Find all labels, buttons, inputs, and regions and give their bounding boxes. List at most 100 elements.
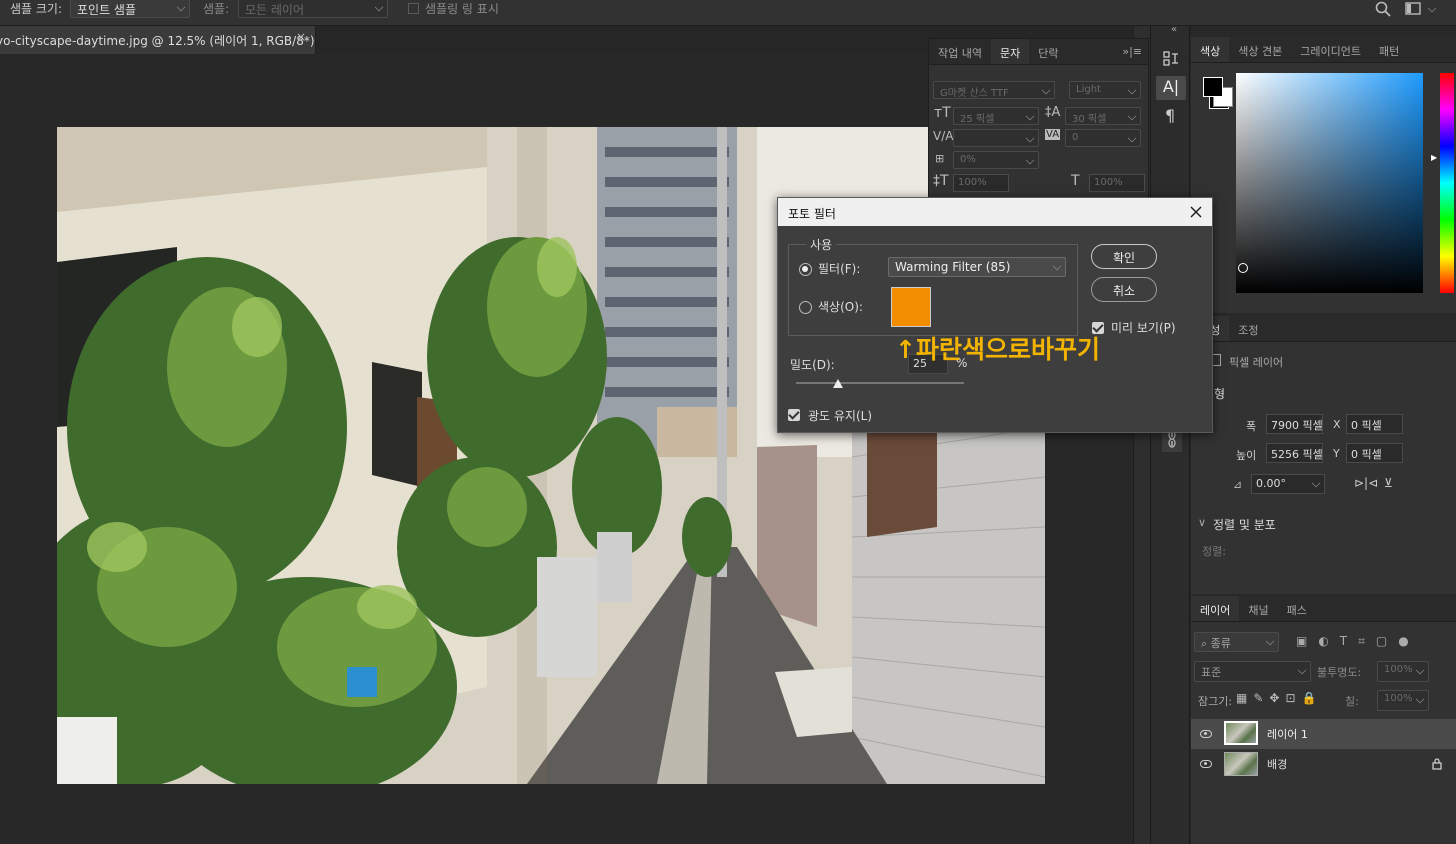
density-label: 밀도(D):: [790, 358, 835, 372]
preview-label: 미리 보기(P): [1111, 321, 1176, 335]
color-swatch[interactable]: [891, 287, 931, 327]
sample-value: 모든 레이어: [245, 3, 305, 17]
leading-icon: ‡A: [1045, 105, 1061, 120]
tracking-select[interactable]: 0: [1065, 129, 1141, 147]
font-size-select[interactable]: 25 픽셀: [953, 107, 1039, 125]
angle-field[interactable]: 0.00°: [1251, 474, 1325, 494]
leading-select[interactable]: 30 픽셀: [1065, 107, 1141, 125]
tab-swatches[interactable]: 색상 견본: [1229, 37, 1291, 62]
visibility-eye-icon[interactable]: [1200, 730, 1212, 738]
opacity-field[interactable]: 100%: [1377, 661, 1429, 682]
vertical-scale-field[interactable]: 100%: [953, 174, 1009, 192]
sample-size-value: 포인트 샘플: [77, 3, 137, 17]
panel-menu-icon[interactable]: »|≡: [1116, 39, 1148, 64]
layers-panel-tabs: 레이어 채널 패스: [1191, 596, 1456, 622]
align-section-title[interactable]: 정렬 및 분포: [1213, 516, 1276, 533]
chevron-down-icon: [1297, 665, 1307, 675]
panel-icon-strip: « A| ¶: [1150, 24, 1190, 844]
blend-mode-select[interactable]: 표준: [1194, 661, 1311, 682]
horizontal-scale-field[interactable]: 100%: [1089, 174, 1145, 192]
workspace-icon[interactable]: [1405, 2, 1421, 15]
hue-slider-arrow-icon[interactable]: ▶: [1431, 153, 1437, 162]
preserve-luminosity-checkbox[interactable]: [788, 409, 800, 421]
chevron-down-icon: [1311, 478, 1321, 488]
tab-layers[interactable]: 레이어: [1191, 596, 1240, 621]
dialog-titlebar[interactable]: 포토 필터: [778, 198, 1212, 226]
filter-select[interactable]: Warming Filter (85): [888, 257, 1066, 277]
tab-adjustments[interactable]: 조정: [1229, 316, 1267, 341]
tab-paragraph[interactable]: 단락: [1029, 39, 1067, 64]
close-tab-icon[interactable]: ×: [296, 30, 306, 44]
flip-vertical-icon[interactable]: ⊻: [1384, 476, 1393, 490]
width-label: 폭: [1246, 420, 1257, 433]
document-tab[interactable]: yo-cityscape-daytime.jpg @ 12.5% (레이어 1,…: [0, 26, 316, 54]
x-field[interactable]: 0 픽셀: [1346, 414, 1403, 434]
sample-select[interactable]: 모든 레이어: [238, 0, 388, 18]
color-label: 색상(O):: [818, 300, 863, 314]
photoshop-window: 샘플 크기: 포인트 샘플 샘플: 모든 레이어 샘플링 링 표시 yo-cit…: [0, 0, 1456, 844]
kerning-select[interactable]: [953, 129, 1039, 147]
tab-color[interactable]: 색상: [1191, 37, 1230, 62]
layer-filter-select[interactable]: ⌕ 종류: [1194, 632, 1279, 652]
show-ring-checkbox[interactable]: [408, 3, 419, 14]
layer-row[interactable]: 레이어 1: [1191, 719, 1456, 749]
history-icon[interactable]: [1162, 50, 1180, 68]
tab-channels[interactable]: 채널: [1239, 596, 1277, 621]
tab-history[interactable]: 작업 내역: [929, 39, 991, 64]
tab-character[interactable]: 문자: [990, 39, 1030, 64]
chevron-down-icon: [1041, 85, 1051, 95]
collapse-panels-icon[interactable]: «: [1171, 24, 1177, 35]
annotation-text: ↑파란색으로바꾸기: [895, 335, 1100, 364]
chevron-down-icon: [1127, 111, 1137, 121]
layer-row[interactable]: 배경: [1191, 749, 1456, 779]
layer-name[interactable]: 레이어 1: [1267, 726, 1308, 742]
vertical-scale-icon: ‡T: [933, 173, 949, 189]
lock-label: 잠그기:: [1198, 695, 1233, 708]
tab-gradients[interactable]: 그레이디언트: [1291, 37, 1370, 62]
filter-label: 필터(F):: [818, 262, 861, 276]
y-field[interactable]: 0 픽셀: [1346, 443, 1403, 463]
fill-field[interactable]: 100%: [1377, 690, 1429, 711]
chevron-down-icon: [1025, 133, 1035, 143]
filter-radio[interactable]: [799, 263, 812, 276]
sample-size-select[interactable]: 포인트 샘플: [70, 0, 190, 18]
visibility-eye-icon[interactable]: [1200, 760, 1212, 768]
tab-patterns[interactable]: 패턴: [1370, 37, 1408, 62]
height-label: 높이: [1236, 449, 1257, 462]
flip-horizontal-icon[interactable]: ⊳|⊲: [1354, 476, 1378, 490]
cancel-button[interactable]: 취소: [1091, 277, 1157, 302]
hue-slider[interactable]: [1440, 73, 1454, 293]
chevron-down-icon: [374, 2, 384, 12]
color-panel-tabs: 색상 색상 견본 그레이디언트 패턴: [1191, 37, 1456, 63]
tab-paths[interactable]: 패스: [1278, 596, 1316, 621]
character-panel-tabs: 작업 내역 문자 단락 »|≡: [929, 39, 1148, 65]
foreground-color-chip[interactable]: [1203, 77, 1223, 97]
density-slider-track[interactable]: [796, 382, 964, 384]
properties-panel-tabs: 속성 조정: [1191, 316, 1456, 342]
font-family-select[interactable]: G마켓 산스 TTF: [933, 81, 1055, 99]
width-field[interactable]: 7900 픽셀: [1266, 414, 1323, 434]
font-style-select[interactable]: Light: [1069, 81, 1141, 99]
close-icon[interactable]: [1190, 206, 1202, 218]
ok-button[interactable]: 확인: [1091, 244, 1157, 269]
tsume-select[interactable]: 0%: [953, 151, 1039, 169]
paragraph-icon[interactable]: ¶: [1165, 106, 1175, 125]
layer-filter-icons[interactable]: ▣◐T⌗▢●: [1296, 634, 1420, 649]
color-picker-marker[interactable]: [1238, 263, 1248, 273]
chevron-down-icon: [1025, 155, 1035, 165]
leading-value: 30 픽셀: [1072, 114, 1107, 125]
height-field[interactable]: 5256 픽셀: [1266, 443, 1323, 463]
density-slider-thumb[interactable]: [833, 379, 843, 388]
sample-label: 샘플:: [203, 2, 230, 16]
preserve-luminosity-label: 광도 유지(L): [808, 409, 873, 423]
layer-name[interactable]: 배경: [1267, 756, 1287, 772]
character-panel-icon[interactable]: A|: [1156, 76, 1186, 100]
search-icon[interactable]: [1375, 1, 1391, 17]
color-field[interactable]: [1236, 73, 1423, 293]
chevron-down-icon: [1127, 133, 1137, 143]
lock-icons[interactable]: ▦✎✥⊡🔒: [1236, 691, 1322, 705]
workspace-chevron-icon[interactable]: [1427, 3, 1437, 13]
color-radio[interactable]: [799, 301, 812, 314]
fill-value: 100%: [1384, 693, 1413, 704]
chevron-down-icon[interactable]: ∨: [1198, 516, 1206, 529]
